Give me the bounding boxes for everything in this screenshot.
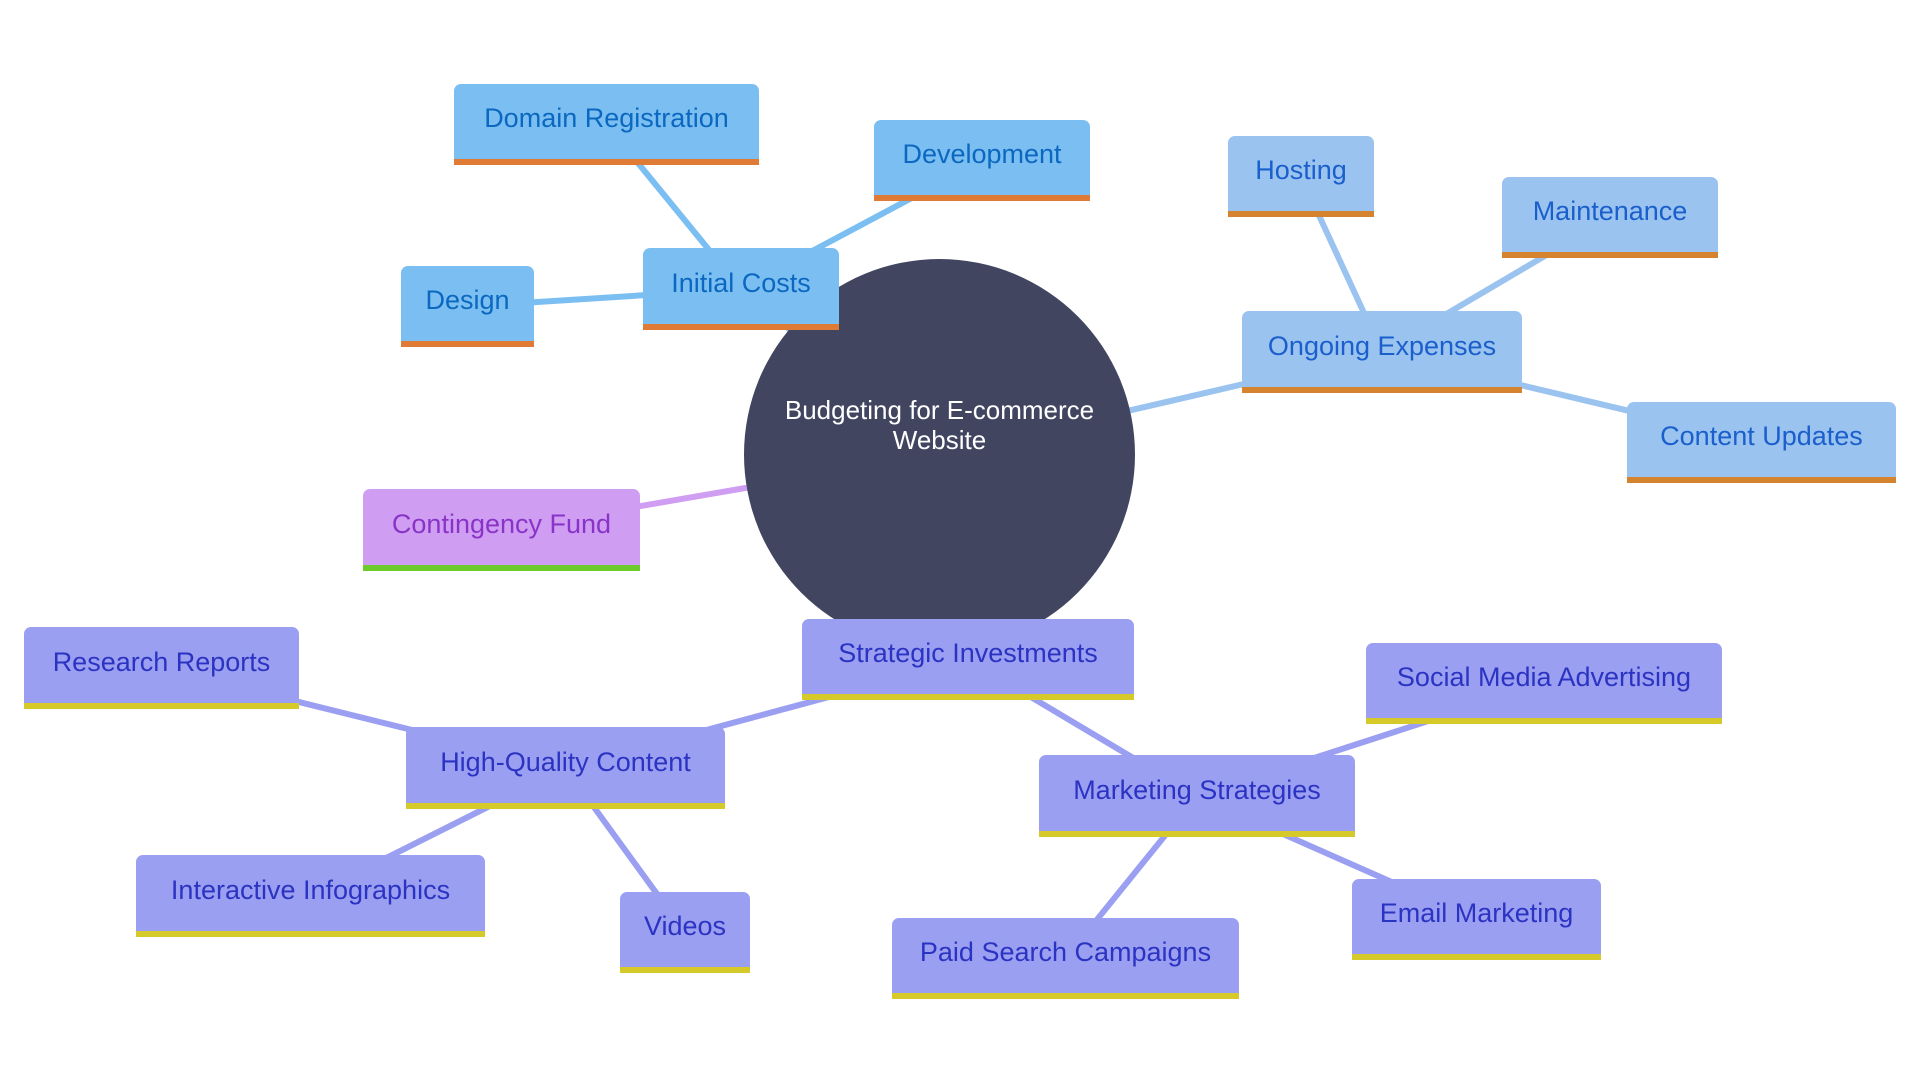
node-high-quality-content[interactable]: High-Quality Content (406, 727, 725, 809)
node-label: Ongoing Expenses (1267, 330, 1497, 361)
node-hosting[interactable]: Hosting (1228, 136, 1374, 217)
node-research-reports[interactable]: Research Reports (24, 627, 299, 709)
root-node-label: Budgeting for E-commerce Website (784, 394, 1095, 455)
node-label: Initial Costs (671, 267, 811, 298)
node-paid-search-campaigns[interactable]: Paid Search Campaigns (892, 918, 1239, 999)
node-label: High-Quality Content (440, 746, 691, 777)
node-videos[interactable]: Videos (620, 892, 750, 973)
node-label: Paid Search Campaigns (919, 937, 1212, 967)
node-label: Maintenance (1532, 196, 1688, 226)
node-label: Content Updates (1660, 421, 1863, 451)
node-label: Domain Registration (484, 103, 729, 133)
node-strategic-investments[interactable]: Strategic Investments (802, 619, 1134, 700)
node-domain-registration[interactable]: Domain Registration (454, 84, 759, 165)
node-label: Contingency Fund (391, 508, 612, 539)
node-label: Development (902, 139, 1062, 169)
node-label: Email Marketing (1379, 898, 1574, 928)
node-label: Social Media Advertising (1396, 662, 1692, 692)
node-content-updates[interactable]: Content Updates (1627, 402, 1896, 483)
node-label: Videos (643, 911, 727, 941)
node-label: Hosting (1255, 155, 1347, 185)
node-development[interactable]: Development (874, 120, 1090, 201)
node-maintenance[interactable]: Maintenance (1502, 177, 1718, 258)
node-marketing-strategies[interactable]: Marketing Strategies (1039, 755, 1355, 837)
node-interactive-infographics[interactable]: Interactive Infographics (136, 855, 485, 937)
node-social-media-advertising[interactable]: Social Media Advertising (1366, 643, 1722, 724)
node-contingency-fund[interactable]: Contingency Fund (363, 489, 640, 571)
node-label: Strategic Investments (838, 638, 1098, 668)
node-label: Marketing Strategies (1073, 774, 1321, 805)
node-design[interactable]: Design (401, 266, 534, 347)
node-initial-costs[interactable]: Initial Costs (643, 248, 839, 330)
node-email-marketing[interactable]: Email Marketing (1352, 879, 1601, 960)
node-label: Research Reports (52, 646, 271, 677)
node-label: Design (425, 285, 510, 315)
node-label: Interactive Infographics (170, 874, 451, 905)
node-ongoing-expenses[interactable]: Ongoing Expenses (1242, 311, 1522, 393)
